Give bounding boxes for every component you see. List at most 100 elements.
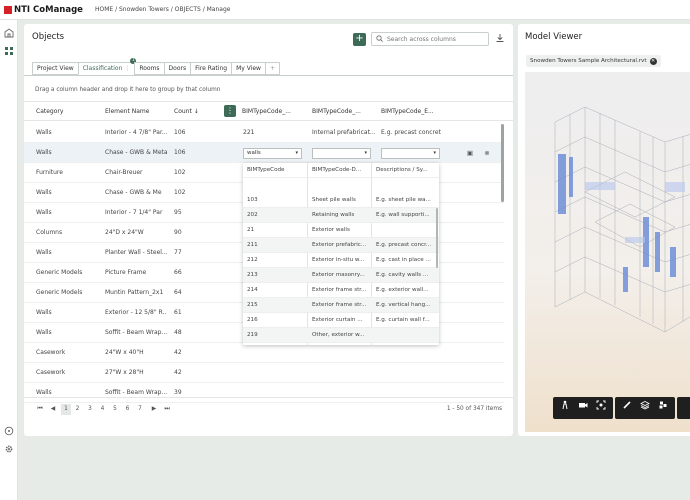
search-input[interactable] — [387, 35, 482, 43]
column-menu-button[interactable]: ⋮ — [224, 105, 236, 117]
tab-classification[interactable]: Classification ⋮ 1 — [77, 58, 137, 75]
column-header-category[interactable]: Category — [36, 102, 63, 122]
bimtypecode-description-select[interactable]: ▾ — [312, 148, 371, 159]
view-tabs: Project View Classification ⋮ 1 Rooms Doo… — [32, 58, 280, 75]
tab-label: Doors — [168, 65, 187, 72]
dropdown-option[interactable]: 215 Exterior frame str... E.g. vertical ha… — [243, 298, 439, 313]
tab-rooms[interactable]: Rooms — [134, 62, 164, 75]
cancel-edit-icon[interactable]: ⊗ — [483, 149, 491, 157]
dropdown-option[interactable]: 213 Exterior masonry... E.g. cavity walls … — [243, 268, 439, 283]
layers-icon[interactable] — [636, 399, 654, 417]
column-header-element-name[interactable]: Element Name — [105, 102, 149, 122]
camera-icon[interactable] — [574, 399, 592, 417]
cell-bimtypecode — [243, 343, 303, 363]
more-tools-icon[interactable] — [680, 399, 690, 417]
tab-fire-rating[interactable]: Fire Rating — [190, 62, 232, 75]
column-header-bimtypecode-2[interactable]: BIMTypeCode_... — [312, 102, 370, 122]
download-icon[interactable] — [494, 33, 506, 45]
model-file-chip[interactable]: Snowden Towers Sample Architectural.rvt ✕ — [526, 55, 661, 67]
dropdown-option[interactable]: 214 Exterior frame str... E.g. exterior wa… — [243, 283, 439, 298]
cell-element-name: Chase - GWB & Me — [105, 189, 162, 196]
cell-category: Generic Models — [36, 269, 83, 276]
table-row[interactable]: Walls Interior - 4 7/8" Par... 106 221 Inter… — [24, 123, 504, 143]
cell-bimtypecode-extra — [381, 343, 441, 363]
help-icon[interactable] — [4, 426, 14, 436]
cell-category: Walls — [36, 209, 52, 216]
prev-page-button[interactable]: ◀ — [49, 406, 57, 412]
dropdown-option[interactable]: 202 Retaining walls E.g. wall supporti... — [243, 208, 439, 223]
bimtypecode-dropdown: BIMTypeCode BIMTypeCode-D... Descriptions … — [243, 163, 439, 345]
dropdown-option-cell: Exterior in-situ w... — [312, 257, 365, 263]
settings-icon[interactable] — [4, 444, 14, 454]
column-header-count[interactable]: Count ↓ — [174, 102, 199, 122]
cubes-icon[interactable] — [654, 399, 672, 417]
tab-doors[interactable]: Doors — [163, 62, 191, 75]
tab-my-view[interactable]: My View — [231, 62, 265, 75]
tab-project-view[interactable]: Project View — [32, 62, 78, 75]
cell-category: Columns — [36, 229, 63, 236]
logo[interactable]: NTI CoManage — [4, 5, 83, 15]
table-row[interactable]: Casework 24"W x 40"H 42 — [24, 343, 504, 363]
cell-count: 48 — [174, 329, 182, 336]
measure-icon[interactable] — [618, 399, 636, 417]
model-3d-view[interactable] — [525, 72, 690, 432]
page-number-button[interactable]: 1 — [61, 404, 71, 415]
page-number-button[interactable]: 7 — [136, 406, 144, 412]
grid-icon[interactable] — [4, 46, 14, 56]
dropdown-option[interactable]: 103 Sheet pile walls E.g. sheet pile wa... — [243, 193, 439, 208]
dropdown-option-cell: 22 — [247, 343, 305, 345]
search-icon — [376, 34, 383, 44]
save-row-icon[interactable]: ▣ — [466, 149, 474, 157]
cell-category: Walls — [36, 149, 52, 156]
bimtypecode-extra-select[interactable]: ▾ — [381, 148, 440, 159]
dropdown-option[interactable]: 212 Exterior in-situ w... E.g. cast in pla… — [243, 253, 439, 268]
search-box — [371, 32, 489, 46]
camera-focus-icon[interactable] — [592, 399, 610, 417]
navigation-tool-group — [553, 397, 613, 419]
add-button[interactable]: + — [353, 33, 366, 46]
cell-category: Generic Models — [36, 289, 83, 296]
breadcrumb[interactable]: HOME / Snowden Towers / OBJECTS / Manage — [95, 6, 231, 13]
cell-bimtypecode-description — [312, 343, 376, 363]
table-row[interactable]: Walls Chase - GWB & Metal S 106 walls ▾ ▾ ▾ ▣ ⊗ — [24, 143, 504, 163]
dropdown-option[interactable]: 22 Internal walls — [243, 343, 439, 345]
building-icon[interactable] — [4, 28, 14, 38]
dropdown-option-cell — [376, 343, 434, 345]
last-page-button[interactable]: ⏭ — [163, 406, 171, 413]
page-number-button[interactable]: 6 — [124, 406, 132, 412]
chevron-down-icon: ▾ — [433, 150, 436, 156]
table-row[interactable]: Casework 27"W x 28"H 42 — [24, 363, 504, 383]
page-number-button[interactable]: 3 — [86, 406, 94, 412]
dropdown-option[interactable]: 216 Exterior curtain ... E.g. curtain wall… — [243, 313, 439, 328]
dropdown-option-cell: Exterior frame str... — [312, 287, 367, 293]
remove-file-icon[interactable]: ✕ — [649, 58, 657, 65]
page-number-button[interactable]: 2 — [74, 406, 82, 412]
person-icon[interactable] — [556, 399, 574, 417]
dropdown-option[interactable]: 219 Other, exterior w... — [243, 328, 439, 343]
dropdown-option-cell: 103 — [247, 197, 258, 203]
cell-bimtypecode: 221 — [243, 129, 255, 136]
next-page-button[interactable]: ▶ — [150, 406, 158, 412]
add-tab-button[interactable]: + — [264, 62, 280, 75]
chevron-down-icon: ▾ — [364, 150, 367, 156]
page-number-button[interactable]: 4 — [99, 406, 107, 412]
dropdown-option-cell — [376, 223, 434, 238]
dropdown-scrollbar[interactable] — [436, 208, 438, 268]
dropdown-option-cell: E.g. vertical hang... — [376, 302, 431, 308]
column-header-bimtypecode-3[interactable]: BIMTypeCode_E... — [381, 102, 433, 122]
cell-bimtypecode-extra — [381, 363, 441, 383]
bimtypecode-select[interactable]: walls ▾ — [243, 148, 302, 159]
column-header-bimtypecode-1[interactable]: BIMTypeCode_... — [242, 102, 294, 122]
cell-element-name: Chase - GWB & Metal S — [105, 149, 167, 156]
cell-category: Walls — [36, 129, 52, 136]
table-scrollbar[interactable] — [501, 124, 504, 202]
cell-category: Walls — [36, 329, 52, 336]
more-tools-group — [677, 397, 690, 419]
page-number-button[interactable]: 5 — [111, 406, 119, 412]
tab-label: Project View — [37, 65, 74, 72]
cell-count: 64 — [174, 289, 182, 296]
dropdown-option[interactable]: 21 Exterior walls — [243, 223, 439, 238]
tab-menu-icon[interactable]: ⋮ — [124, 65, 130, 72]
first-page-button[interactable]: ⏮ — [36, 406, 44, 413]
dropdown-option[interactable]: 211 Exterior prefabric... E.g. precast con… — [243, 238, 439, 253]
